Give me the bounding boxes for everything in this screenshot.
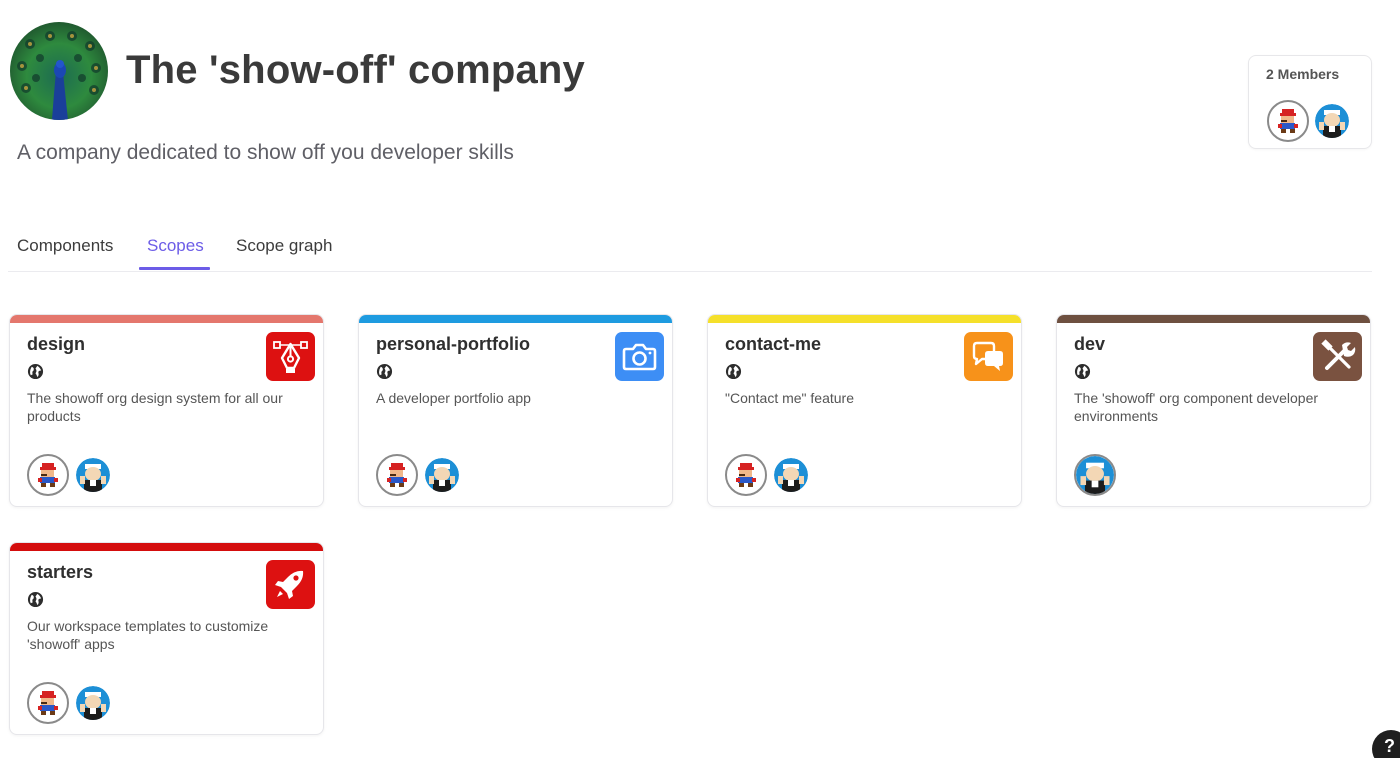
globe-icon [376, 363, 393, 380]
scope-name: starters [27, 562, 94, 582]
scope-card-dev[interactable]: dev The 'showoff' org component develope… [1056, 314, 1371, 507]
members-panel[interactable]: 2 Members [1248, 55, 1372, 149]
peacock-icon [10, 22, 108, 120]
scope-card-starters[interactable]: starters Our workspace templates to cust… [9, 542, 324, 735]
tab-scopes[interactable]: Scopes [147, 236, 204, 256]
pen-tool-icon [266, 332, 315, 381]
mario-avatar[interactable] [376, 454, 418, 496]
tools-icon [1313, 332, 1362, 381]
rocket-icon [266, 560, 315, 609]
mario-avatar[interactable] [27, 682, 69, 724]
org-description: A company dedicated to show off you deve… [17, 141, 514, 164]
help-button[interactable]: ? [1372, 730, 1400, 758]
tab-components[interactable]: Components [17, 236, 113, 256]
scope-color-bar [1057, 315, 1370, 323]
globe-icon [1074, 363, 1091, 380]
scope-description: The 'showoff' org component developer en… [1074, 390, 1319, 424]
scope-description: A developer portfolio app [376, 390, 531, 406]
scope-card-personal-portfolio[interactable]: personal-portfolio A developer portfolio… [358, 314, 673, 507]
globe-icon [725, 363, 742, 380]
scope-color-bar [10, 315, 323, 323]
popeye-avatar[interactable] [774, 458, 808, 492]
scope-description: The showoff org design system for all ou… [27, 390, 283, 424]
mario-avatar[interactable] [1267, 100, 1309, 142]
chat-bubbles-icon [964, 332, 1013, 381]
org-avatar [10, 22, 108, 120]
scope-name: personal-portfolio [376, 334, 530, 354]
scope-card-design[interactable]: design The showoff org design system for… [9, 314, 324, 507]
globe-icon [27, 363, 44, 380]
scope-name: contact-me [725, 334, 822, 354]
popeye-avatar[interactable] [1074, 454, 1116, 496]
org-title: The 'show-off' company [126, 48, 585, 92]
scope-description: Our workspace templates to customize 'sh… [27, 618, 269, 652]
popeye-avatar[interactable] [425, 458, 459, 492]
scope-name: dev [1074, 334, 1106, 354]
popeye-avatar[interactable] [76, 458, 110, 492]
camera-icon [615, 332, 664, 381]
scope-description: "Contact me" feature [725, 390, 855, 406]
popeye-avatar[interactable] [1315, 104, 1349, 138]
mario-avatar[interactable] [27, 454, 69, 496]
tab-bar: Components Scopes Scope graph [8, 228, 1372, 272]
globe-icon [27, 591, 44, 608]
scope-color-bar [708, 315, 1021, 323]
scope-card-contact-me[interactable]: contact-me "Contact me" feature [707, 314, 1022, 507]
tab-scope-graph[interactable]: Scope graph [236, 236, 332, 256]
scope-color-bar [10, 543, 323, 551]
scope-color-bar [359, 315, 672, 323]
scope-name: design [27, 334, 86, 354]
mario-avatar[interactable] [725, 454, 767, 496]
members-count: 2 Members [1266, 66, 1340, 82]
active-tab-indicator [139, 267, 210, 270]
popeye-avatar[interactable] [76, 686, 110, 720]
